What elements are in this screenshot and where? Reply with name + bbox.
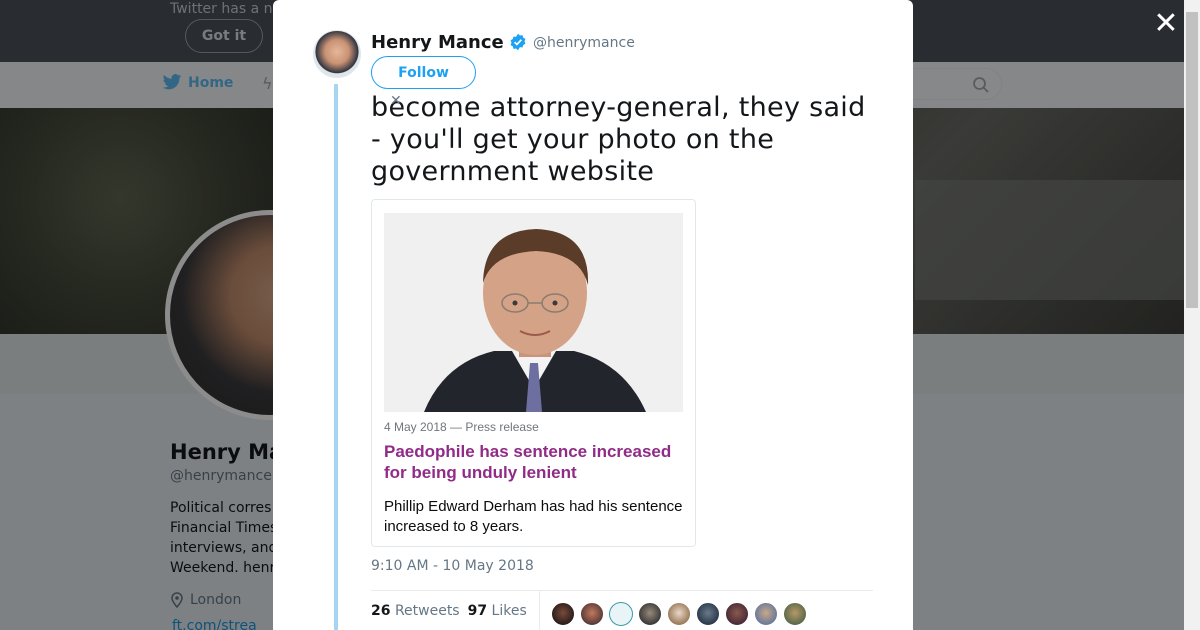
stats-separator [539, 591, 540, 630]
stats-divider [371, 590, 873, 591]
card-photo [384, 213, 683, 412]
tweet-text: become attorney-general, they said - you… [371, 92, 866, 187]
tweet-stats: 26 Retweets 97 Likes [371, 603, 527, 619]
retweets-stat[interactable]: 26 Retweets [371, 603, 460, 619]
author-name[interactable]: Henry Mance [371, 32, 504, 53]
card-description: Phillip Edward Derham has had his senten… [384, 498, 683, 535]
likes-stat[interactable]: 97 Likes [468, 603, 527, 619]
dismiss-icon[interactable]: ✕ [390, 93, 402, 109]
liker-avatar[interactable] [725, 602, 749, 626]
scrollbar-thumb[interactable] [1186, 12, 1198, 308]
card-title[interactable]: Paedophile has sentence increased for be… [384, 441, 684, 483]
liker-avatar[interactable] [580, 602, 604, 626]
tweet-timestamp[interactable]: 9:10 AM - 10 May 2018 [371, 558, 534, 574]
portrait-image [384, 213, 683, 412]
thread-line [334, 84, 338, 630]
liker-avatar[interactable] [783, 602, 807, 626]
close-icon[interactable]: ✕ [1152, 9, 1180, 39]
liker-avatar[interactable] [638, 602, 662, 626]
likes-count: 97 [467, 603, 488, 619]
author-handle[interactable]: @henrymance [533, 35, 635, 51]
card-date-line: 4 May 2018 — Press release [384, 420, 539, 434]
verified-badge-icon [510, 33, 526, 51]
tweet-modal: Henry Mance @henrymance Follow become at… [273, 0, 913, 630]
retweets-label: Retweets [394, 603, 460, 619]
liker-avatar[interactable] [754, 602, 778, 626]
likers-avatars [551, 602, 807, 626]
liker-avatar[interactable] [696, 602, 720, 626]
author-avatar[interactable] [313, 30, 361, 78]
liker-avatar[interactable] [551, 602, 575, 626]
likes-label: Likes [491, 603, 527, 619]
link-card[interactable]: 4 May 2018 — Press release Paedophile ha… [371, 199, 696, 547]
follow-button[interactable]: Follow [371, 56, 476, 89]
liker-avatar[interactable] [609, 602, 633, 626]
retweets-count: 26 [371, 603, 391, 619]
liker-avatar[interactable] [667, 602, 691, 626]
